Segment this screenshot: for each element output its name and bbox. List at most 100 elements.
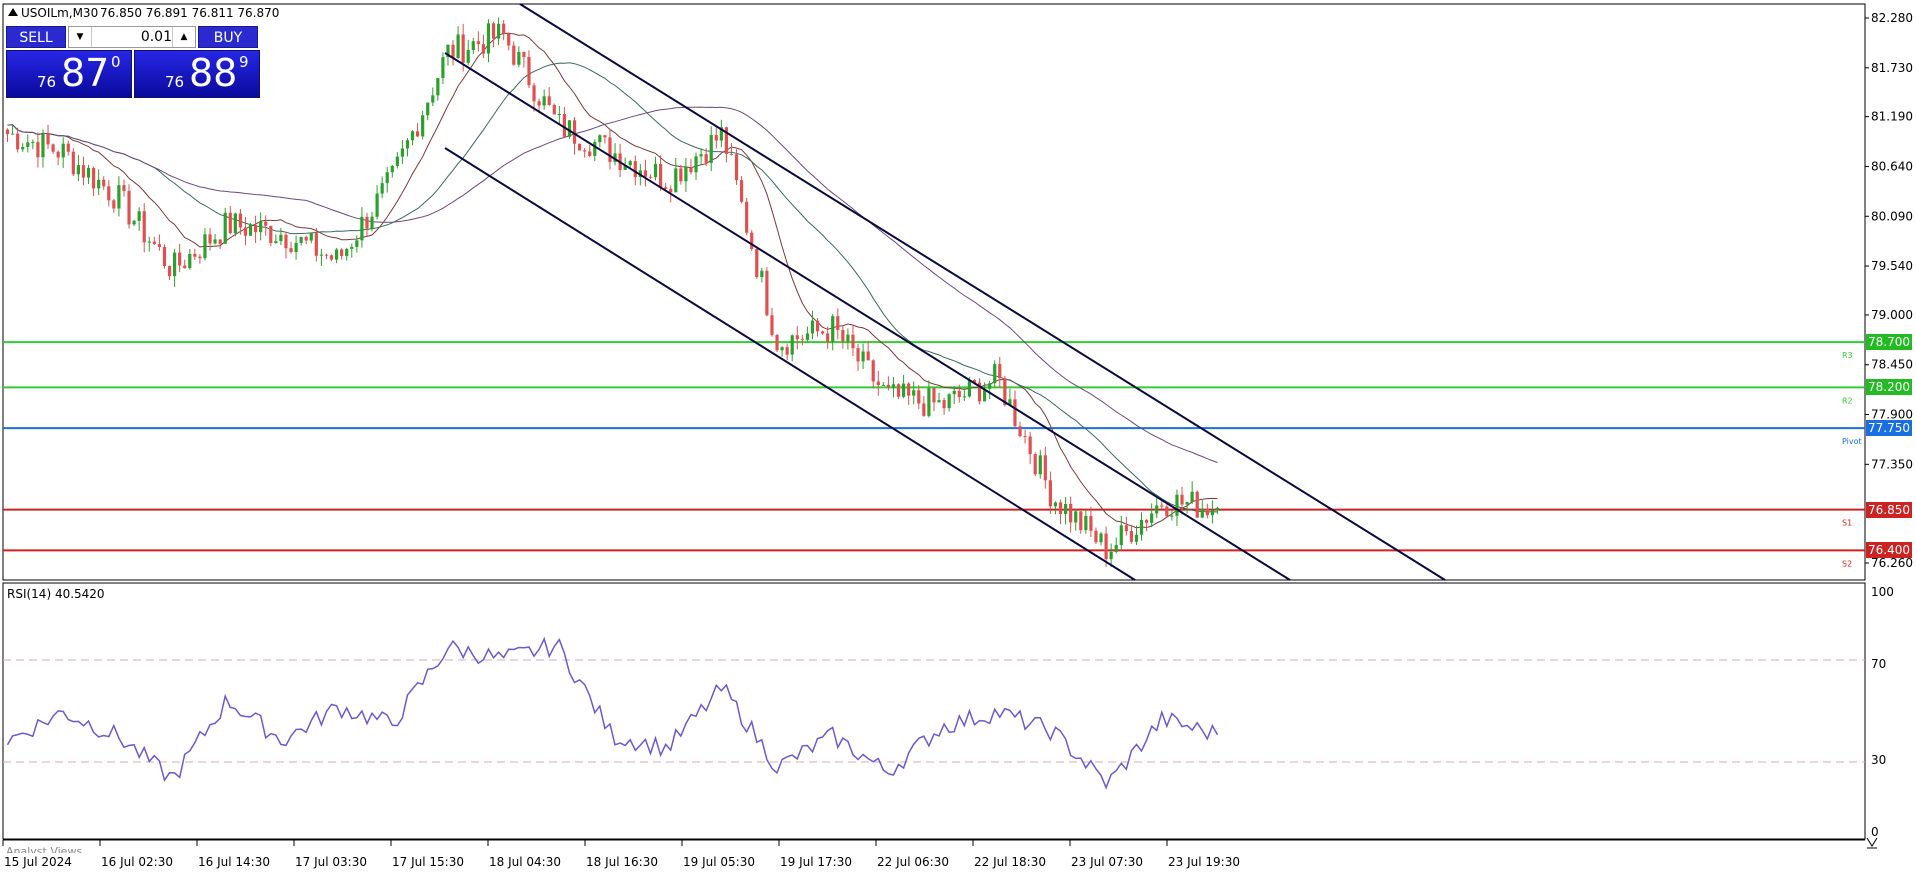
channel-upper-line[interactable] [519, 3, 1446, 581]
triangle-up-icon [8, 8, 18, 16]
candle-body [1160, 505, 1164, 507]
candle-body [476, 41, 480, 45]
candle-body [750, 232, 754, 249]
candle-body [512, 45, 516, 65]
channel-middle-line[interactable] [444, 52, 1291, 581]
candle-body [917, 390, 921, 404]
caret-up-icon: ▲ [180, 32, 188, 42]
time-axis-label: 16 Jul 14:30 [198, 855, 270, 869]
lot-size-input[interactable] [92, 28, 172, 46]
ohlc-values: 76.850 76.891 76.811 76.870 [100, 6, 279, 20]
price-axis-label: 81.730 [1871, 61, 1913, 75]
analyst-views-tab[interactable]: Analyst Views [6, 843, 266, 853]
lot-decrease-button[interactable]: ▼ [69, 27, 92, 47]
candle-body [466, 50, 470, 63]
candle-body [861, 351, 865, 362]
time-axis-label: 17 Jul 15:30 [392, 855, 464, 869]
lot-size-control: ▼ ▲ [68, 26, 196, 48]
candle-body [547, 96, 551, 105]
candle-body [507, 33, 511, 46]
moving-averages [7, 32, 1218, 529]
candle-body [1058, 502, 1063, 514]
chevron-down-icon[interactable] [1866, 837, 1878, 847]
candle-body [1124, 525, 1128, 532]
level-label-r3: R3 [1842, 351, 1853, 360]
rsi-axis: 100 70 30 0 [1871, 585, 1894, 839]
candle-body [603, 135, 607, 138]
candle-body [1165, 506, 1169, 517]
candle-body [1210, 510, 1215, 516]
candle-body [739, 180, 744, 202]
candle-body [496, 23, 501, 39]
sell-price-big: 87 [61, 51, 110, 95]
candle-body [734, 154, 739, 181]
symbol-label: USOILm,M30 [21, 6, 98, 20]
candle-body [203, 234, 207, 259]
rsi-pane-border [2, 582, 1866, 840]
price-tag-s1: 76.850 [1866, 501, 1912, 518]
candle-body [1013, 399, 1017, 427]
candle-body [122, 185, 126, 191]
candle-body [81, 165, 86, 178]
candle-body [360, 216, 364, 241]
candle-body [172, 252, 177, 277]
candle-body [259, 221, 263, 233]
candle-body [577, 143, 582, 151]
candle-body [1144, 519, 1149, 523]
time-axis-label: 18 Jul 16:30 [586, 855, 658, 869]
time-axis-label: 19 Jul 17:30 [780, 855, 852, 869]
candle-body [253, 224, 258, 233]
candle-body [947, 394, 951, 409]
candle-body [405, 140, 410, 149]
channel-lower-line[interactable] [444, 147, 1136, 581]
candle-body [795, 335, 799, 340]
candle-body [1205, 508, 1209, 516]
candle-body [238, 213, 243, 228]
price-tag-r2: 78.200 [1866, 379, 1912, 396]
candle-body [289, 248, 293, 253]
candle-body [16, 133, 20, 150]
regression-channel[interactable] [444, 3, 1446, 581]
candle-body [729, 153, 734, 155]
candle-body [1063, 503, 1068, 514]
candle-body [157, 244, 162, 247]
candle-body [471, 41, 475, 51]
candle-body [274, 241, 278, 244]
candle-body [426, 102, 430, 116]
sell-button[interactable]: SELL [6, 26, 66, 48]
candle-body [370, 216, 374, 229]
candle-body [836, 316, 840, 330]
candle-body [1139, 519, 1144, 535]
candle-body [588, 151, 592, 156]
candle-body [198, 256, 202, 259]
lot-increase-button[interactable]: ▲ [172, 27, 195, 47]
candle-body [937, 400, 941, 403]
candle-body [334, 249, 339, 260]
candle-body [279, 234, 283, 242]
candle-body [10, 133, 15, 135]
buy-button[interactable]: BUY [198, 26, 258, 48]
candle-body [284, 234, 288, 249]
candle-body [745, 201, 749, 233]
candle-body [71, 151, 75, 175]
candle-body [1190, 491, 1194, 503]
level-label-s1: S1 [1842, 519, 1852, 528]
candle-body [431, 95, 435, 103]
sell-price-quote[interactable]: 76 87 0 [6, 50, 132, 98]
caret-down-icon: ▼ [76, 32, 84, 42]
candle-body [380, 183, 384, 194]
candle-body [653, 164, 658, 178]
candle-body [264, 221, 268, 226]
time-axis-label: 22 Jul 06:30 [877, 855, 949, 869]
candle-body [178, 252, 182, 266]
candle-body [1114, 545, 1118, 552]
candle-body [117, 185, 121, 209]
candle-body [957, 390, 961, 398]
candle-body [233, 213, 237, 234]
candle-body [1175, 494, 1179, 516]
candle-body [1134, 534, 1139, 542]
candle-body [390, 165, 394, 173]
buy-price-quote[interactable]: 76 88 9 [134, 50, 260, 98]
candle-body [502, 23, 506, 34]
level-label-pivot: Pivot [1842, 437, 1862, 446]
